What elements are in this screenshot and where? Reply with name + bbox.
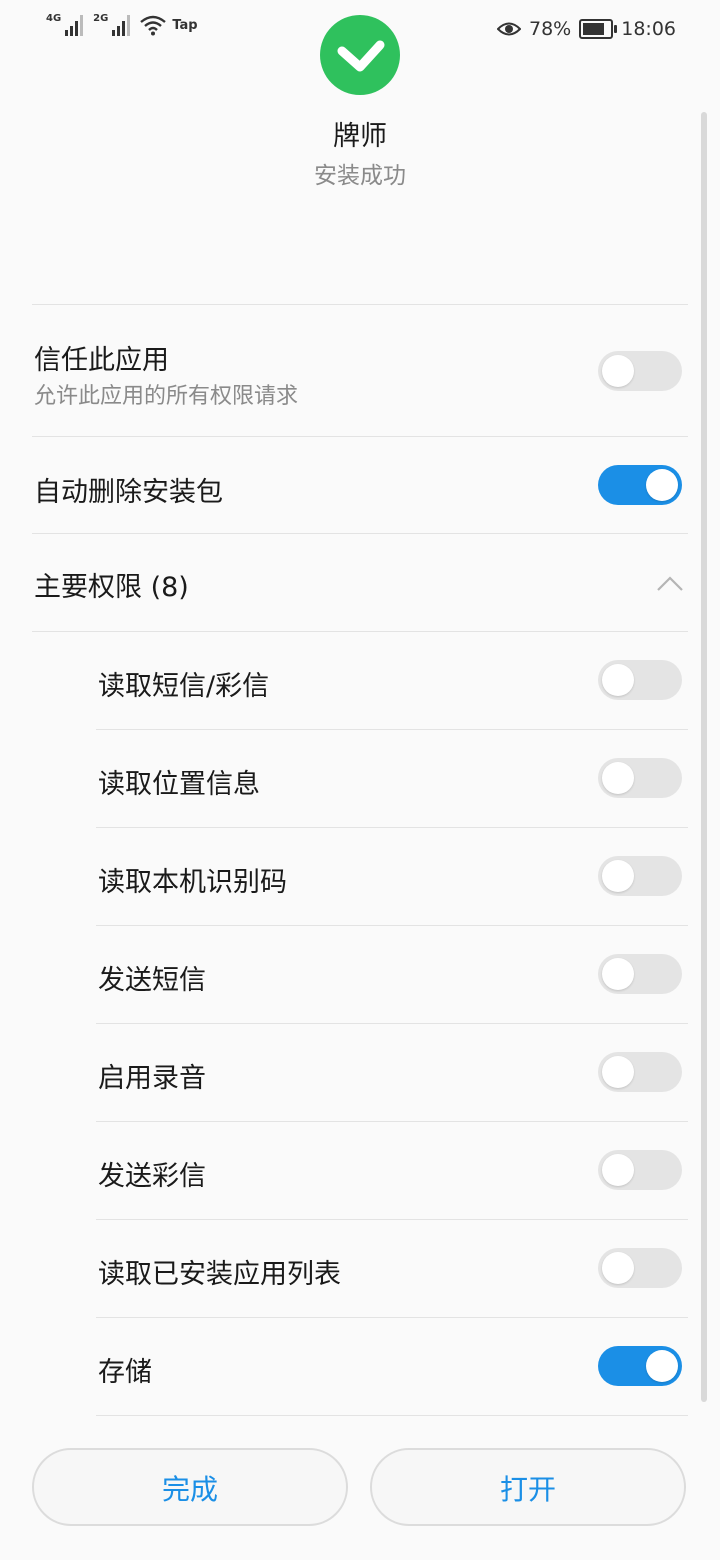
divider [32,631,688,632]
divider [96,1415,688,1416]
permission-label: 读取短信/彩信 [98,671,270,702]
permission-label: 读取本机识别码 [98,867,287,898]
install-status: 安装成功 [314,163,406,189]
divider [96,729,688,730]
trust-app-title: 信任此应用 [34,345,169,376]
permission-label: 启用录音 [98,1063,206,1094]
status-left: 4G 2G Tap [46,14,198,36]
divider [32,304,688,305]
signal-icon [112,14,131,36]
success-check-icon [320,15,400,95]
permission-toggle[interactable] [598,1052,682,1092]
battery-percent: 78% [529,18,572,40]
taptap-notification-icon: Tap [172,17,198,33]
divider [96,1023,688,1024]
open-button[interactable]: 打开 [370,1448,686,1526]
network-type-label: 2G [93,13,109,24]
permission-label: 存储 [98,1357,152,1388]
chevron-up-icon[interactable] [656,574,684,592]
status-right: 78% 18:06 [497,18,676,40]
permission-label: 读取位置信息 [98,769,260,800]
permission-label: 发送短信 [98,965,206,996]
auto-delete-toggle[interactable] [598,465,682,505]
network-type-label: 4G [46,13,62,24]
divider [96,1317,688,1318]
trust-app-toggle[interactable] [598,351,682,391]
auto-delete-title: 自动删除安装包 [34,477,223,508]
scrollbar[interactable] [701,112,707,1402]
permission-label: 发送彩信 [98,1161,206,1192]
permission-toggle[interactable] [598,758,682,798]
divider [96,1121,688,1122]
divider [96,1219,688,1220]
divider [96,925,688,926]
wifi-icon [140,15,167,36]
done-button[interactable]: 完成 [32,1448,348,1526]
permission-toggle[interactable] [598,660,682,700]
clock: 18:06 [621,18,676,40]
permission-toggle[interactable] [598,1150,682,1190]
eye-comfort-icon [497,22,521,36]
trust-app-subtitle: 允许此应用的所有权限请求 [34,384,299,409]
permission-label: 读取已安装应用列表 [98,1259,341,1290]
divider [32,533,688,534]
divider [32,436,688,437]
permission-toggle[interactable] [598,1346,682,1386]
permission-toggle[interactable] [598,954,682,994]
app-name: 牌师 [333,121,387,152]
permission-toggle[interactable] [598,1248,682,1288]
divider [96,827,688,828]
permission-toggle[interactable] [598,856,682,896]
battery-icon [579,19,618,39]
signal-icon [65,14,84,36]
permissions-header-title: 主要权限 (8) [34,572,189,603]
